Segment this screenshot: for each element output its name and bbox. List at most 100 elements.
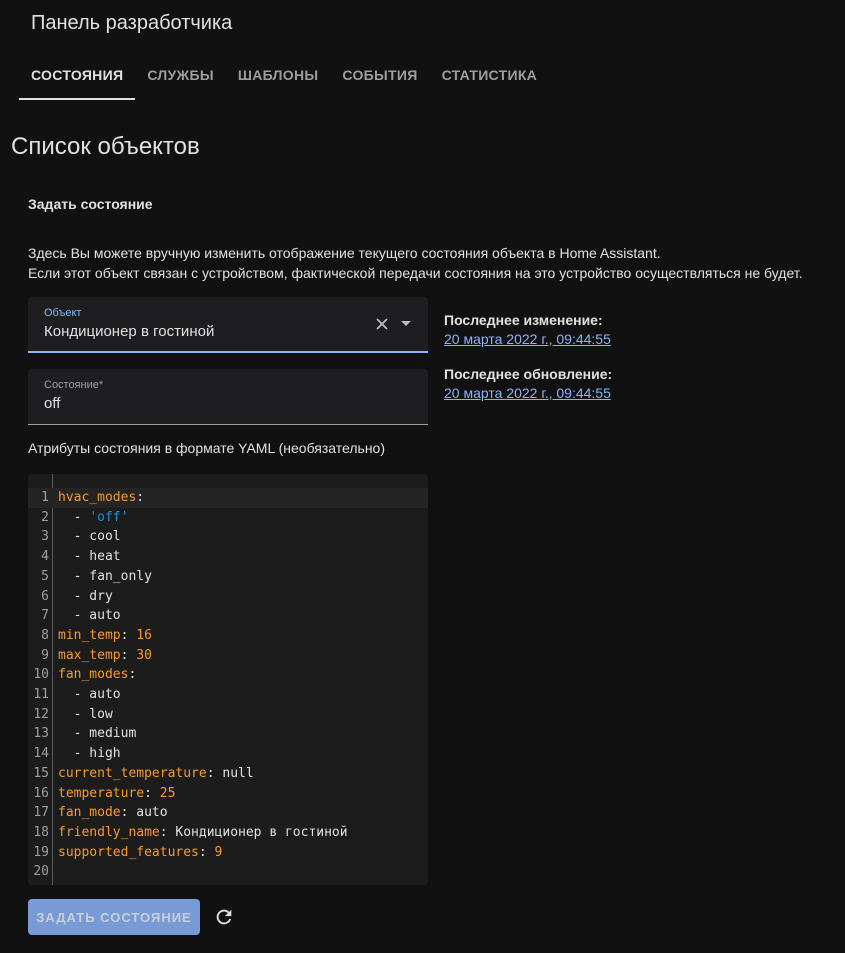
line-number: 15 [33, 765, 49, 781]
line-code: - high [58, 744, 121, 764]
code-token: : [198, 844, 215, 860]
code-token: - cool [58, 529, 121, 545]
code-token: temperature [58, 785, 145, 801]
editor-line[interactable]: 8 min_temp: 16 [28, 626, 428, 646]
code-token: fan_mode [58, 805, 121, 821]
editor-line[interactable]: 16 temperature: 25 [28, 784, 428, 804]
line-number: 11 [33, 687, 49, 702]
code-token: hvac_modes [58, 490, 137, 505]
line-number: 20 [33, 864, 49, 880]
state-field-value[interactable]: off [44, 395, 60, 412]
line-number: 3 [41, 529, 49, 545]
line-number: 7 [41, 608, 49, 624]
header: Панель разработчика СОСТОЯНИЯ СЛУЖБЫ ШАБ… [0, 0, 845, 100]
last-updated-link[interactable]: 20 марта 2022 г., 09:44:55 [444, 385, 612, 401]
code-token: : [136, 490, 145, 505]
line-code: - low [58, 705, 113, 725]
state-field-label: Состояние* [44, 379, 104, 391]
line-code: - cool [58, 527, 121, 547]
code-token: 9 [214, 844, 223, 860]
editor-line[interactable]: 2 - 'off' [28, 508, 428, 528]
line-code: supported_features: 9 [58, 843, 222, 863]
line-number: 12 [33, 706, 49, 722]
line-code: - 'off' [58, 508, 129, 528]
code-token: - fan_only [58, 568, 152, 584]
line-code: hvac_modes: [58, 488, 144, 508]
tab-statistics[interactable]: СТАТИСТИКА [430, 55, 550, 100]
editor-line[interactable]: 18 friendly_name: Кондиционер в гостиной [28, 823, 428, 843]
code-token: : null [206, 765, 254, 781]
editor-line[interactable]: 13 - medium [28, 724, 428, 744]
line-number: 1 [41, 490, 49, 505]
code-token: current_temperature [58, 765, 207, 781]
editor-line[interactable]: 12 - low [28, 705, 428, 725]
code-token: - [58, 509, 90, 525]
code-token: min_temp [58, 627, 121, 643]
code-token: : [144, 785, 160, 801]
editor-line[interactable]: 17 fan_mode: auto [28, 803, 428, 823]
line-code: - auto [58, 606, 121, 626]
line-code: - auto [58, 685, 121, 705]
line-number: 2 [41, 509, 49, 525]
line-code: - dry [58, 587, 113, 607]
editor-line[interactable]: 10 fan_modes: [28, 665, 428, 685]
set-state-button[interactable]: ЗАДАТЬ СОСТОЯНИЕ [28, 899, 200, 935]
editor-line[interactable]: 1 hvac_modes: [28, 488, 428, 508]
entity-field-label: Объект [44, 307, 82, 319]
code-token: fan_modes [58, 667, 129, 683]
last-updated-label: Последнее обновление: [444, 366, 613, 382]
code-token: supported_features [58, 844, 199, 860]
tab-states[interactable]: СОСТОЯНИЯ [19, 55, 136, 100]
code-token: friendly_name [58, 824, 160, 840]
code-token: : [120, 647, 137, 663]
last-changed-link[interactable]: 20 марта 2022 г., 09:44:55 [444, 331, 611, 347]
section-title: Список объектов [11, 133, 200, 160]
description-line-2: Если этот объект связан с устройством, ф… [28, 265, 803, 281]
editor-line[interactable]: 15 current_temperature: null [28, 764, 428, 784]
line-number: 19 [33, 844, 49, 860]
code-token: - auto [58, 608, 121, 624]
editor-line[interactable]: 5 - fan_only [28, 567, 428, 587]
line-number: 17 [33, 805, 49, 821]
set-state-title: Задать состояние [28, 196, 153, 212]
code-token: - high [58, 746, 121, 762]
editor-line[interactable]: 3 - cool [28, 527, 428, 547]
line-number: 10 [33, 667, 49, 683]
code-token: - heat [58, 549, 121, 565]
editor-line[interactable]: 6 - dry [28, 587, 428, 607]
close-icon[interactable] [374, 316, 390, 332]
tab-services[interactable]: СЛУЖБЫ [135, 55, 226, 100]
code-token: - medium [58, 726, 137, 742]
line-code: min_temp: 16 [58, 626, 152, 646]
code-token: max_temp [58, 647, 121, 663]
tab-events[interactable]: СОБЫТИЯ [330, 55, 429, 100]
editor-line[interactable]: 14 - high [28, 744, 428, 764]
editor-line[interactable]: 7 - auto [28, 606, 428, 626]
line-number: 18 [33, 824, 49, 840]
last-updated-info: Последнее обновление: 20 марта 2022 г., … [444, 366, 612, 401]
last-changed-label: Последнее изменение: [444, 312, 603, 328]
line-number: 5 [41, 568, 49, 584]
code-token: 30 [136, 647, 152, 663]
line-number: 8 [41, 627, 49, 643]
chevron-down-icon[interactable] [401, 321, 411, 326]
editor-line[interactable]: 19 supported_features: 9 [28, 843, 428, 863]
code-token: 'off' [89, 509, 129, 525]
refresh-icon[interactable] [213, 906, 235, 928]
entity-field-value[interactable]: Кондиционер в гостиной [44, 323, 214, 340]
editor-line[interactable]: 9 max_temp: 30 [28, 646, 428, 666]
editor-line[interactable]: 4 - heat [28, 547, 428, 567]
line-code: current_temperature: null [58, 764, 254, 784]
line-code: friendly_name: Кондиционер в гостиной [58, 823, 348, 843]
line-code: fan_modes: [58, 665, 136, 685]
yaml-editor[interactable]: 1 hvac_modes: 2 - 'off' 3 - cool 4 - heat 5 -… [28, 474, 428, 885]
code-token: : [128, 667, 137, 683]
editor-line[interactable]: 20 [28, 862, 428, 882]
editor-line[interactable]: 11 - auto [28, 685, 428, 705]
state-field[interactable]: Состояние* off [28, 369, 428, 425]
line-code: fan_mode: auto [58, 803, 168, 823]
code-token: 16 [136, 627, 152, 643]
entity-field[interactable]: Объект Кондиционер в гостиной [28, 297, 428, 353]
code-token: : [120, 627, 137, 643]
tab-templates[interactable]: ШАБЛОНЫ [226, 55, 331, 100]
